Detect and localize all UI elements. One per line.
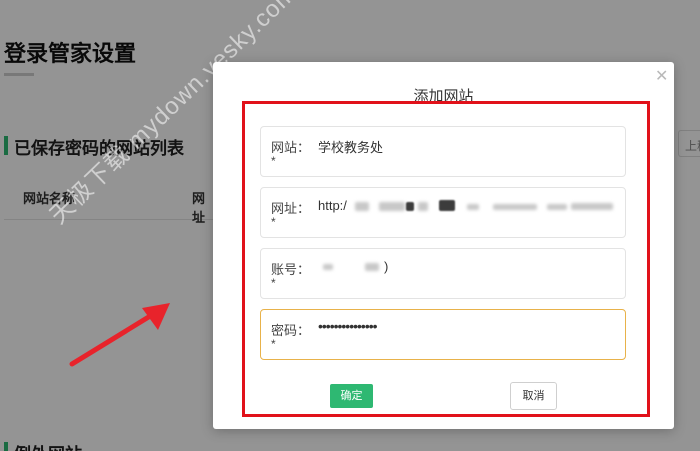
redacted-text [365, 263, 379, 271]
site-name-field[interactable]: 网站： * 学校教务处 [260, 126, 626, 177]
url-label: 网址： [271, 201, 311, 216]
required-mark: * [271, 276, 276, 290]
redacted-text [406, 202, 414, 211]
redacted-text [355, 202, 369, 211]
password-label: 密码： [271, 323, 311, 338]
url-input[interactable]: http:/ [318, 198, 347, 213]
redacted-text [467, 204, 479, 210]
required-mark: * [271, 337, 276, 351]
password-input[interactable]: ••••••••••••••• [318, 318, 378, 334]
redacted-text [493, 204, 537, 210]
redacted-text [571, 203, 613, 210]
redacted-text [323, 264, 333, 270]
redacted-text [418, 202, 428, 211]
add-site-dialog: 添加网站 ✕ 网站： * 学校教务处 网址： * http:/ 账号： * ) … [213, 62, 674, 429]
site-name-input[interactable]: 学校教务处 [318, 137, 383, 156]
close-icon[interactable]: ✕ [655, 66, 668, 86]
site-name-label: 网站： [271, 140, 311, 155]
required-mark: * [271, 215, 276, 229]
account-label: 账号： [271, 262, 311, 277]
password-field[interactable]: 密码： * ••••••••••••••• [260, 309, 626, 360]
redacted-text [379, 202, 405, 211]
required-mark: * [271, 154, 276, 168]
redacted-text [439, 200, 455, 211]
red-arrow-icon [69, 303, 170, 367]
account-field[interactable]: 账号： * ) [260, 248, 626, 299]
cancel-button[interactable]: 取消 [510, 382, 557, 410]
confirm-button[interactable]: 确定 [330, 384, 373, 408]
account-input[interactable]: ) [384, 259, 388, 274]
url-field[interactable]: 网址： * http:/ [260, 187, 626, 238]
redacted-text [547, 204, 567, 210]
